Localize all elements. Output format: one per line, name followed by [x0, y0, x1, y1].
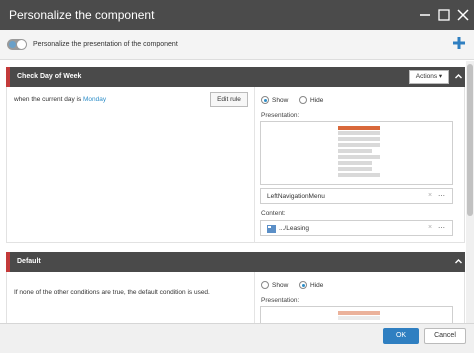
thumbnail-header: [338, 126, 380, 130]
thumbnail-row: [338, 143, 380, 147]
thumbnail-row: [338, 137, 380, 141]
show-radio-label: Show: [272, 282, 289, 289]
clear-icon[interactable]: ×: [428, 192, 432, 199]
thumbnail-header: [338, 311, 380, 315]
thumbnail-row: [338, 131, 380, 135]
thumbnail-row: [338, 173, 380, 177]
chevron-up-icon[interactable]: [454, 257, 463, 266]
add-rule-icon[interactable]: [452, 36, 466, 50]
toggle-indicator: [9, 41, 16, 48]
show-radio[interactable]: [261, 281, 269, 289]
presentation-label: Presentation:: [261, 112, 300, 119]
column-divider: [254, 87, 255, 243]
thumbnail-row: [338, 155, 380, 159]
rule-header-default[interactable]: Default: [6, 252, 465, 272]
condition-value-link[interactable]: Monday: [83, 96, 106, 103]
presentation-label: Presentation:: [261, 297, 300, 304]
thumbnail-row: [338, 316, 380, 320]
content-item-icon: [267, 225, 276, 233]
personalize-toggle[interactable]: [7, 39, 27, 50]
content-label: Content:: [261, 210, 286, 217]
browse-icon[interactable]: ⋯: [438, 224, 445, 232]
dialog-title: Personalize the component: [9, 8, 155, 22]
actions-label: Actions: [415, 73, 438, 80]
thumbnail-row: [338, 161, 372, 165]
actions-dropdown[interactable]: Actions ▾: [409, 70, 449, 84]
rule-header-check-day[interactable]: Check Day of Week Actions ▾: [6, 67, 465, 87]
hide-radio-label: Hide: [310, 282, 324, 289]
cancel-button[interactable]: Cancel: [424, 328, 466, 344]
presentation-preview[interactable]: [260, 121, 453, 185]
show-radio[interactable]: [261, 96, 269, 104]
scrollbar-thumb[interactable]: [467, 64, 473, 216]
content-value: .../Leasing: [279, 225, 309, 232]
chevron-up-icon[interactable]: [454, 72, 463, 81]
rule-name: Check Day of Week: [17, 73, 82, 80]
rule-body-default: If none of the other conditions are true…: [6, 272, 465, 323]
presentation-preview[interactable]: [260, 306, 453, 323]
ok-button[interactable]: OK: [383, 328, 419, 344]
hide-radio[interactable]: [299, 96, 307, 104]
thumbnail-row: [338, 167, 372, 171]
minimize-icon[interactable]: [418, 8, 432, 22]
rendering-thumbnail: [338, 126, 380, 179]
hide-radio[interactable]: [299, 281, 307, 289]
dialog-footer: OK Cancel: [0, 323, 474, 353]
column-divider: [254, 272, 255, 323]
rule-body-check-day: when the current day is Monday Edit rule…: [6, 87, 465, 243]
close-icon[interactable]: [456, 8, 470, 22]
maximize-icon[interactable]: [437, 8, 451, 22]
rule-name: Default: [17, 258, 41, 265]
personalize-toggle-label: Personalize the presentation of the comp…: [33, 41, 178, 48]
rules-list: Check Day of Week Actions ▾ when the cur…: [0, 61, 474, 323]
hide-radio-label: Hide: [310, 97, 324, 104]
rendering-value: LeftNavigationMenu: [267, 193, 325, 200]
content-field[interactable]: .../Leasing × ⋯: [260, 220, 453, 236]
rule-condition: when the current day is Monday: [14, 96, 106, 103]
browse-icon[interactable]: ⋯: [438, 192, 445, 200]
thumbnail-row: [338, 149, 372, 153]
rule-condition: If none of the other conditions are true…: [14, 289, 210, 296]
edit-rule-button[interactable]: Edit rule: [210, 92, 248, 107]
show-radio-label: Show: [272, 97, 289, 104]
condition-prefix: when the current day is: [14, 96, 82, 103]
clear-icon[interactable]: ×: [428, 224, 432, 231]
dialog-titlebar: Personalize the component: [0, 0, 474, 30]
rendering-thumbnail: [338, 311, 380, 322]
rendering-field[interactable]: LeftNavigationMenu × ⋯: [260, 188, 453, 204]
toggle-knob: [17, 40, 26, 49]
